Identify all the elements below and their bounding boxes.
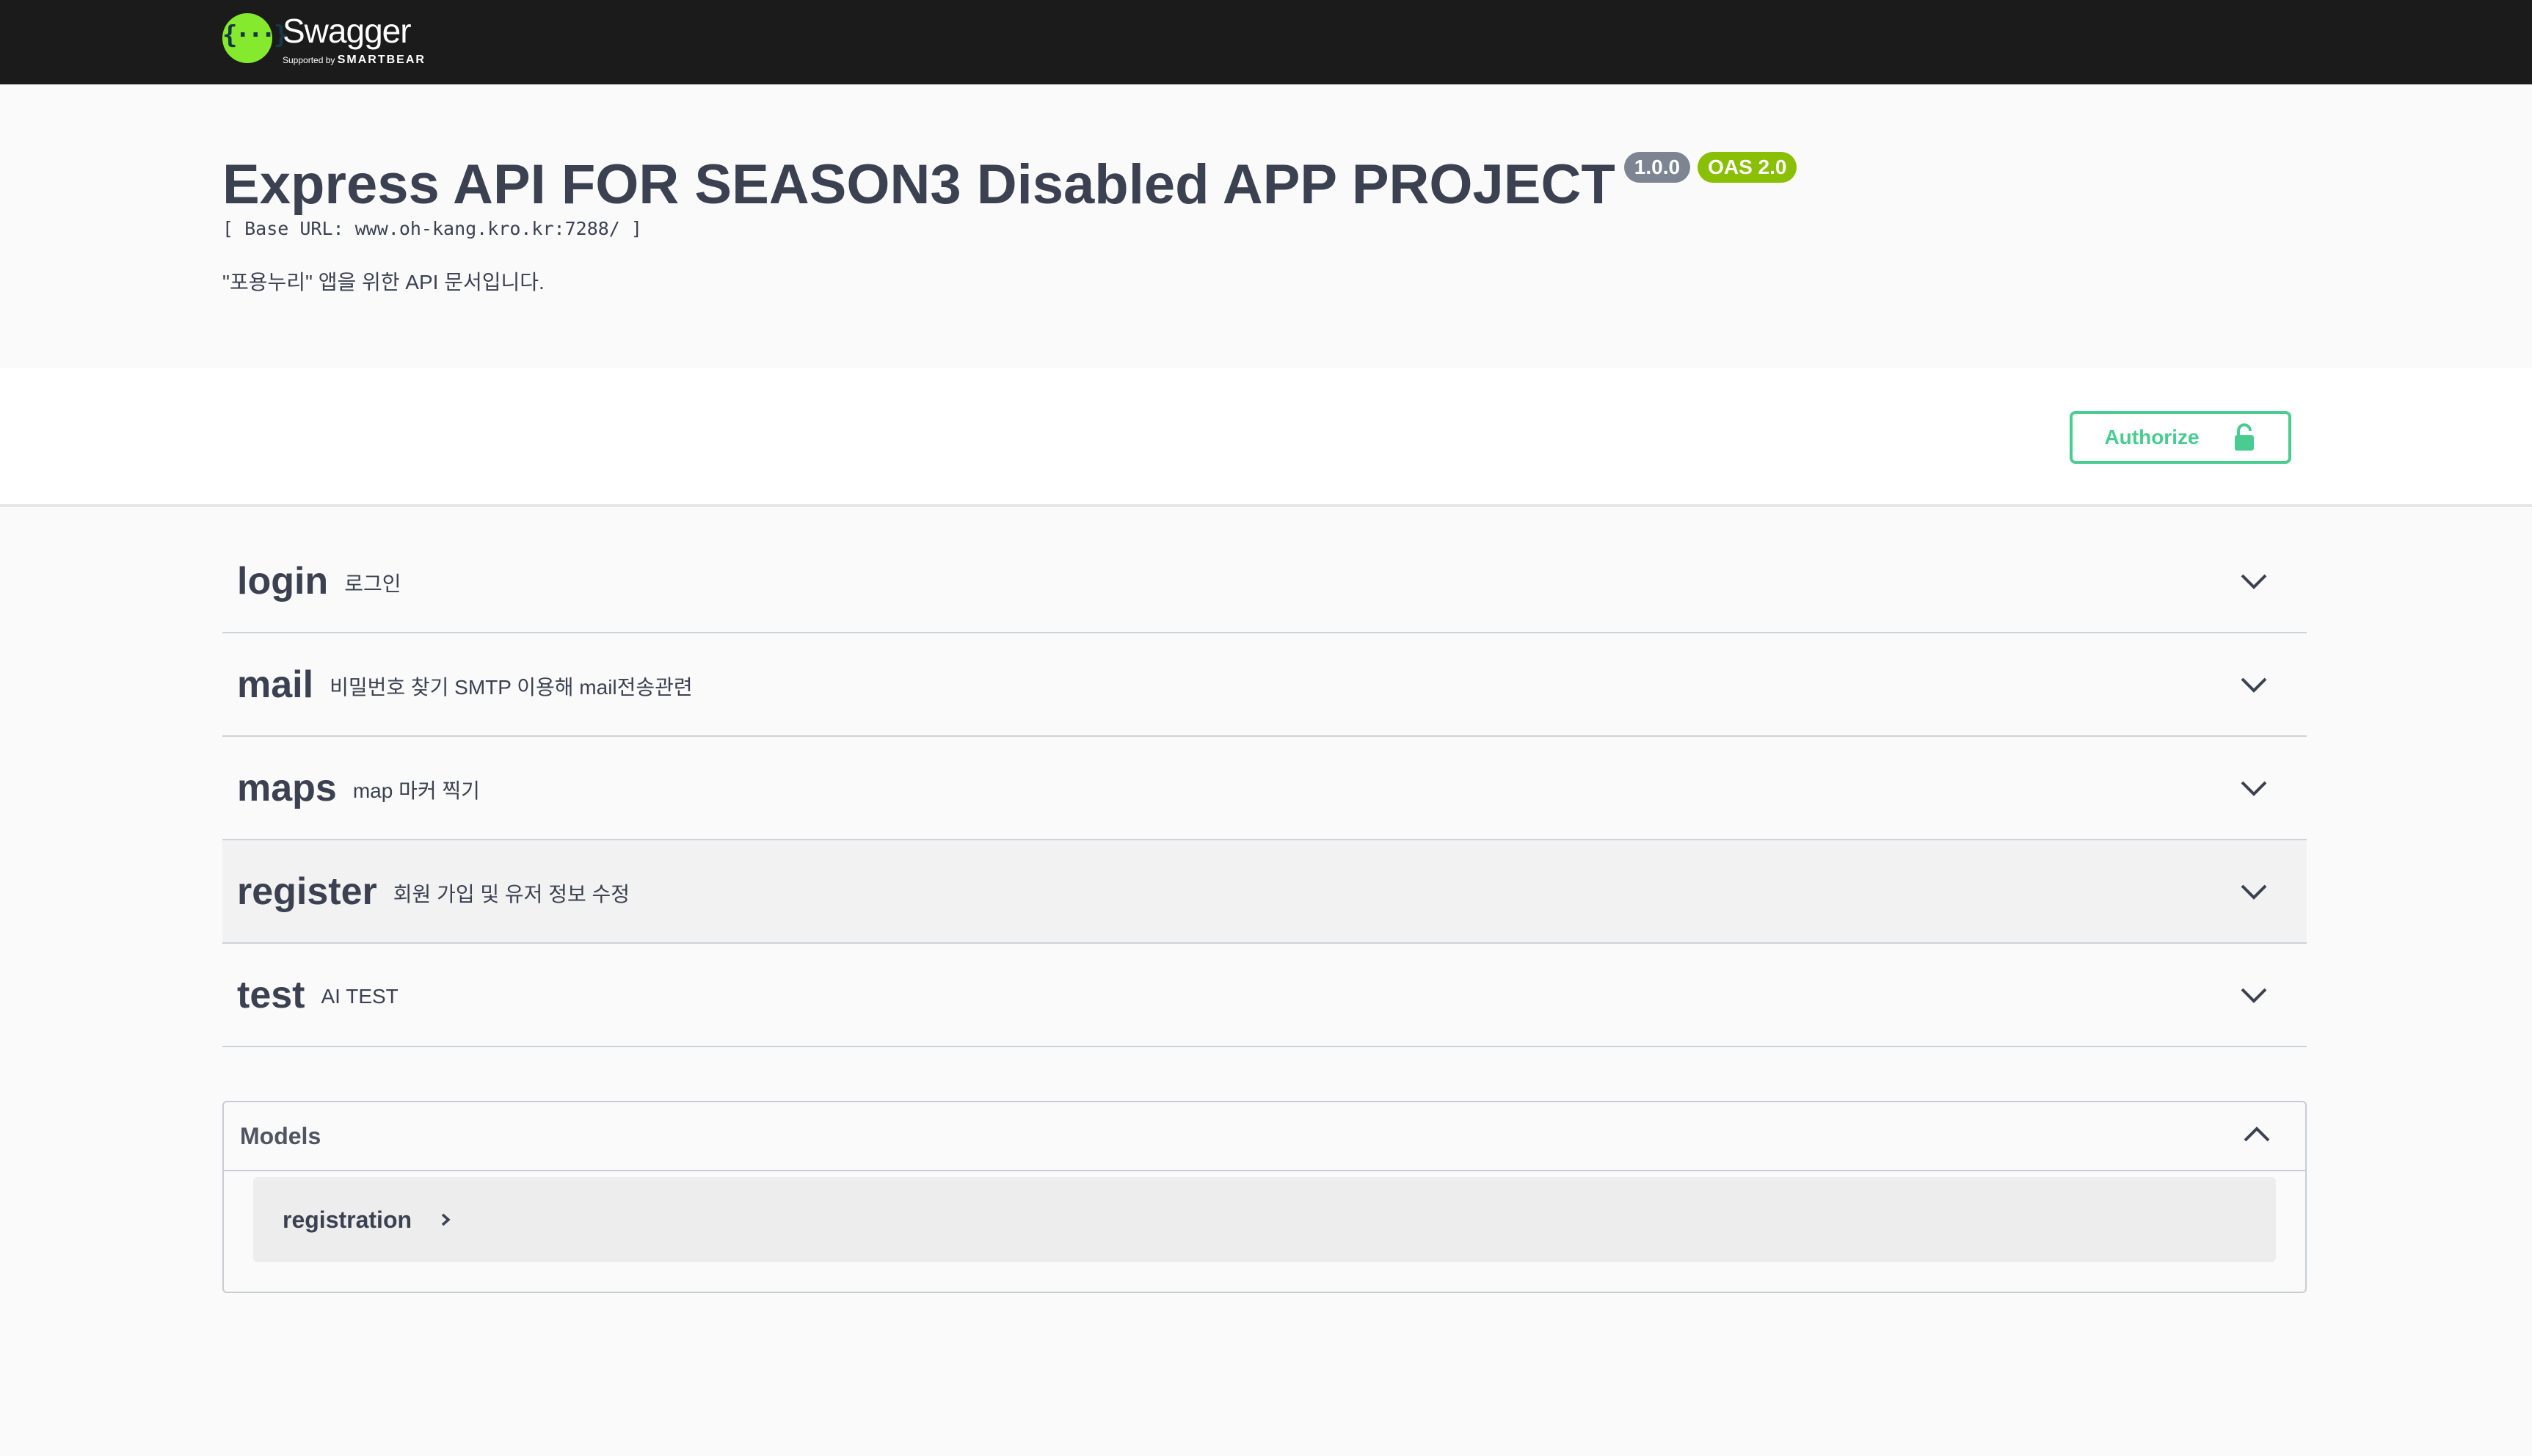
api-title: Express API FOR SEASON3 Disabled APP PRO… bbox=[222, 153, 1615, 216]
models-header[interactable]: Models bbox=[224, 1102, 2305, 1171]
swagger-brand-link[interactable]: {···} Swagger Supported by SMARTBEAR bbox=[222, 12, 426, 73]
models-section: Models registration bbox=[222, 1101, 2307, 1293]
models-title: Models bbox=[240, 1122, 321, 1149]
api-title-row: Express API FOR SEASON3 Disabled APP PRO… bbox=[222, 152, 1797, 218]
chevron-down-icon[interactable] bbox=[2239, 568, 2269, 594]
tag-description: 로그인 bbox=[344, 572, 401, 595]
tag-register[interactable]: register 회원 가입 및 유저 정보 수정 bbox=[222, 840, 2307, 944]
tag-test[interactable]: test AI TEST bbox=[222, 944, 2307, 1047]
tag-description: AI TEST bbox=[321, 984, 399, 1008]
operation-tags: login 로그인 mail 비밀번호 찾기 SMTP 이용해 mail전송관련… bbox=[222, 530, 2307, 1047]
brand-name: Swagger bbox=[283, 12, 412, 50]
chevron-down-icon[interactable] bbox=[2239, 775, 2269, 801]
api-info-section: Express API FOR SEASON3 Disabled APP PRO… bbox=[0, 84, 2532, 368]
tag-name: maps bbox=[237, 766, 337, 809]
authorize-button[interactable]: Authorize bbox=[2070, 411, 2291, 464]
topbar: {···} Swagger Supported by SMARTBEAR bbox=[0, 0, 2532, 84]
tag-name: test bbox=[237, 973, 305, 1016]
base-url: [ Base URL: www.oh-kang.kro.kr:7288/ ] bbox=[222, 218, 642, 239]
version-badge: 1.0.0 bbox=[1623, 152, 1691, 183]
swagger-logo-icon: {···} bbox=[222, 13, 288, 63]
tag-name: login bbox=[237, 559, 329, 603]
chevron-down-icon[interactable] bbox=[2239, 982, 2269, 1008]
tag-mail[interactable]: mail 비밀번호 찾기 SMTP 이용해 mail전송관련 bbox=[222, 633, 2307, 737]
api-description: "포용누리" 앱을 위한 API 문서입니다. bbox=[222, 271, 545, 294]
tag-description: map 마커 찍기 bbox=[352, 779, 480, 802]
tag-name: register bbox=[237, 870, 377, 913]
chevron-right-icon[interactable] bbox=[438, 1211, 453, 1228]
model-name: registration bbox=[283, 1206, 412, 1233]
chevron-up-icon[interactable] bbox=[2242, 1121, 2271, 1148]
brand-tagline: Supported by SMARTBEAR bbox=[283, 54, 426, 66]
authorize-label: Authorize bbox=[2104, 426, 2200, 448]
tag-maps[interactable]: maps map 마커 찍기 bbox=[222, 737, 2307, 840]
chevron-down-icon[interactable] bbox=[2239, 878, 2269, 905]
oas-badge: OAS 2.0 bbox=[1698, 152, 1797, 183]
brand-company: SMARTBEAR bbox=[337, 54, 426, 66]
scheme-container: Authorize bbox=[0, 368, 2532, 507]
chevron-down-icon[interactable] bbox=[2239, 671, 2269, 698]
unlocked-padlock-icon bbox=[2234, 423, 2254, 451]
tag-description: 비밀번호 찾기 SMTP 이용해 mail전송관련 bbox=[330, 675, 693, 699]
brand-text: Swagger Supported by SMARTBEAR bbox=[283, 12, 426, 66]
swagger-logo-glyph: {···} bbox=[222, 21, 288, 50]
brand-supported-by: Supported by bbox=[283, 55, 335, 65]
model-registration[interactable]: registration bbox=[253, 1177, 2276, 1262]
tag-description: 회원 가입 및 유저 정보 수정 bbox=[393, 882, 630, 906]
tag-login[interactable]: login 로그인 bbox=[222, 530, 2307, 633]
tag-name: mail bbox=[237, 663, 314, 706]
